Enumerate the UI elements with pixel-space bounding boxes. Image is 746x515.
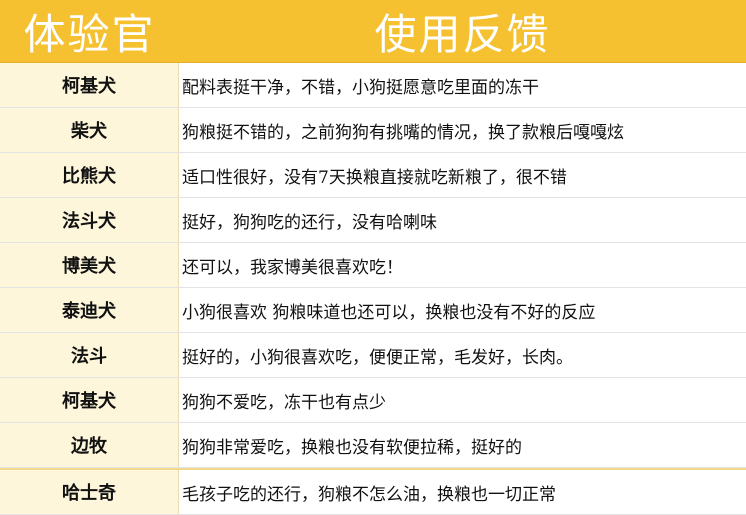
table-row: 法斗犬 挺好，狗狗吃的还行，没有哈喇味 xyxy=(0,198,746,243)
tester-name: 哈士奇 xyxy=(0,470,179,514)
feedback-text: 适口性很好，没有7天换粮直接就吃新粮了，很不错 xyxy=(182,167,567,188)
table-header: 体验官 使用反馈 xyxy=(0,0,746,63)
tester-name: 法斗犬 xyxy=(0,198,179,242)
table-row: 博美犬 还可以，我家博美很喜欢吃！ xyxy=(0,243,746,288)
table-row: 柯基犬 配料表挺干净，不错，小狗挺愿意吃里面的冻干 xyxy=(0,63,746,108)
table-row: 柴犬 狗粮挺不错的，之前狗狗有挑嘴的情况，换了款粮后嘎嘎炫 xyxy=(0,108,746,153)
feedback-text: 挺好的，小狗很喜欢吃，便便正常，毛发好，长肉。 xyxy=(182,347,573,368)
table-body: 柯基犬 配料表挺干净，不错，小狗挺愿意吃里面的冻干 柴犬 狗粮挺不错的，之前狗狗… xyxy=(0,63,746,515)
table-row: 柯基犬 狗狗不爱吃，冻干也有点少 xyxy=(0,378,746,423)
table-row: 哈士奇 毛孩子吃的还行，狗粮不怎么油，换粮也一切正常 xyxy=(0,468,746,515)
table-row: 法斗 挺好的，小狗很喜欢吃，便便正常，毛发好，长肉。 xyxy=(0,333,746,378)
header-tester: 体验官 xyxy=(23,9,156,59)
feedback-text: 还可以，我家博美很喜欢吃！ xyxy=(182,257,403,278)
tester-name: 柯基犬 xyxy=(0,378,179,422)
feedback-text: 小狗很喜欢 狗粮味道也还可以，换粮也没有不好的反应 xyxy=(182,302,596,323)
feedback-table: 体验官 使用反馈 柯基犬 配料表挺干净，不错，小狗挺愿意吃里面的冻干 柴犬 狗粮… xyxy=(0,0,746,515)
tester-name: 柯基犬 xyxy=(0,63,179,107)
table-row: 比熊犬 适口性很好，没有7天换粮直接就吃新粮了，很不错 xyxy=(0,153,746,198)
tester-name: 比熊犬 xyxy=(0,153,179,197)
tester-name: 边牧 xyxy=(0,423,179,467)
tester-name: 法斗 xyxy=(0,333,179,377)
feedback-text: 狗粮挺不错的，之前狗狗有挑嘴的情况，换了款粮后嘎嘎炫 xyxy=(182,122,624,143)
feedback-text: 挺好，狗狗吃的还行，没有哈喇味 xyxy=(182,212,437,233)
feedback-text: 狗狗非常爱吃，换粮也没有软便拉稀，挺好的 xyxy=(182,437,522,458)
feedback-text: 毛孩子吃的还行，狗粮不怎么油，换粮也一切正常 xyxy=(182,484,556,505)
table-row: 边牧 狗狗非常爱吃，换粮也没有软便拉稀，挺好的 xyxy=(0,423,746,468)
tester-name: 博美犬 xyxy=(0,243,179,287)
tester-name: 柴犬 xyxy=(0,108,179,152)
feedback-text: 配料表挺干净，不错，小狗挺愿意吃里面的冻干 xyxy=(182,77,539,98)
table-row: 泰迪犬 小狗很喜欢 狗粮味道也还可以，换粮也没有不好的反应 xyxy=(0,288,746,333)
header-feedback: 使用反馈 xyxy=(374,9,551,59)
feedback-text: 狗狗不爱吃，冻干也有点少 xyxy=(182,392,386,413)
tester-name: 泰迪犬 xyxy=(0,288,179,332)
